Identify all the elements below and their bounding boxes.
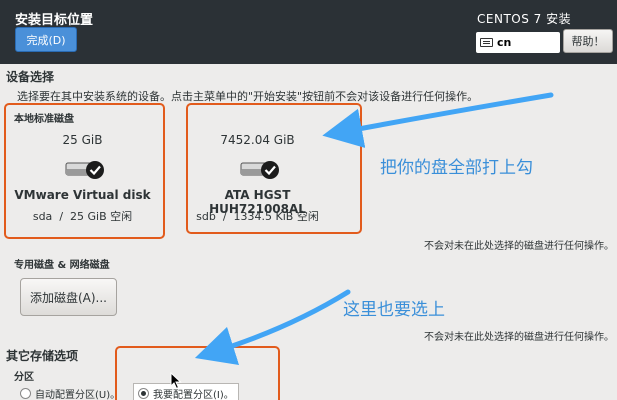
mouse-pointer-icon: [170, 372, 182, 390]
arrow-to-disks: [322, 92, 554, 149]
callout-select-this-too: 这里也要选上: [343, 300, 445, 320]
callout-select-all-disks: 把你的盘全部打上勾: [380, 158, 533, 178]
arrow-to-partition-option: [194, 289, 351, 366]
annotation-arrows: [194, 92, 554, 366]
